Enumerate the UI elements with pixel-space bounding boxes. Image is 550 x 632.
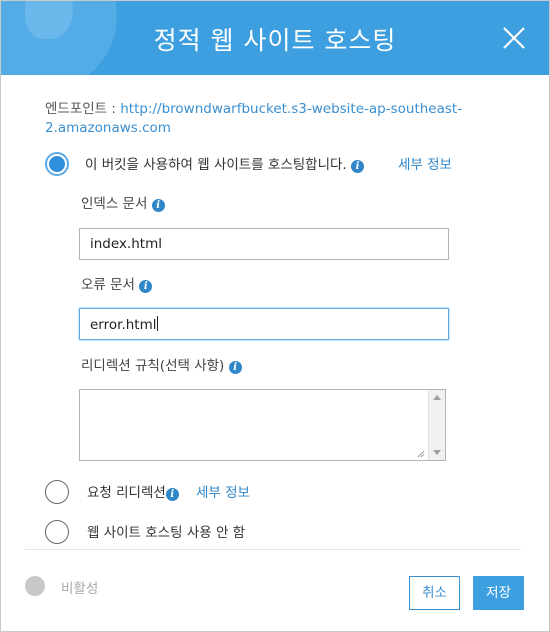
status-text: 비활성 xyxy=(61,581,99,597)
textarea-scrollbar[interactable] xyxy=(428,390,445,460)
index-document-label: 인덱스 문서 xyxy=(81,196,148,212)
radio-redirect-requests[interactable] xyxy=(45,480,69,504)
redirect-requests-more-link[interactable]: 세부 정보 xyxy=(196,481,250,501)
option-redirect-requests-label: 요청 리디렉션 xyxy=(87,485,166,501)
scroll-down-icon[interactable] xyxy=(433,450,441,455)
static-website-hosting-dialog: 정적 웹 사이트 호스팅 엔드포인트 : http://browndwarfbu… xyxy=(0,0,550,632)
option-disable-hosting-label: 웹 사이트 호스팅 사용 안 함 xyxy=(87,525,246,541)
option-host-website: 이 버킷을 사용하여 웹 사이트를 호스팅합니다. i xyxy=(85,153,365,173)
status-indicator-icon xyxy=(25,576,45,596)
option-redirect-requests: 요청 리디렉션 i xyxy=(87,481,179,501)
option-host-website-label: 이 버킷을 사용하여 웹 사이트를 호스팅합니다. xyxy=(85,157,347,173)
info-icon[interactable]: i xyxy=(151,199,165,212)
index-document-input[interactable]: index.html xyxy=(79,228,449,260)
info-icon[interactable]: i xyxy=(139,280,153,293)
host-website-more-link[interactable]: 세부 정보 xyxy=(398,153,452,173)
cancel-button[interactable]: 취소 xyxy=(409,576,460,610)
close-icon[interactable] xyxy=(501,25,527,51)
redirect-rules-textarea[interactable] xyxy=(79,389,446,461)
index-document-label-group: 인덱스 문서 i xyxy=(81,192,165,212)
error-document-label-group: 오류 문서 i xyxy=(81,273,153,293)
info-icon[interactable]: i xyxy=(228,361,242,374)
text-cursor xyxy=(156,316,158,331)
redirect-rules-label: 리디렉션 규칙(선택 사항) xyxy=(81,358,225,374)
dialog-title: 정적 웹 사이트 호스팅 xyxy=(153,26,397,55)
redirect-rules-label-group: 리디렉션 규칙(선택 사항) i xyxy=(81,354,242,374)
scroll-up-icon[interactable] xyxy=(433,395,441,400)
save-button[interactable]: 저장 xyxy=(473,576,524,610)
info-icon[interactable]: i xyxy=(165,488,179,501)
radio-disable-hosting[interactable] xyxy=(45,520,69,544)
dialog-header: 정적 웹 사이트 호스팅 xyxy=(1,1,549,75)
endpoint-info: 엔드포인트 : http://browndwarfbucket.s3-websi… xyxy=(45,100,465,138)
resize-handle-icon[interactable] xyxy=(417,450,425,458)
error-document-label: 오류 문서 xyxy=(81,277,135,293)
error-document-value: error.html xyxy=(90,317,157,333)
error-document-input[interactable]: error.html xyxy=(79,308,449,340)
info-icon[interactable]: i xyxy=(351,160,365,173)
endpoint-label: 엔드포인트 : xyxy=(45,101,121,117)
footer-divider xyxy=(25,549,521,550)
radio-host-website[interactable] xyxy=(45,152,69,176)
